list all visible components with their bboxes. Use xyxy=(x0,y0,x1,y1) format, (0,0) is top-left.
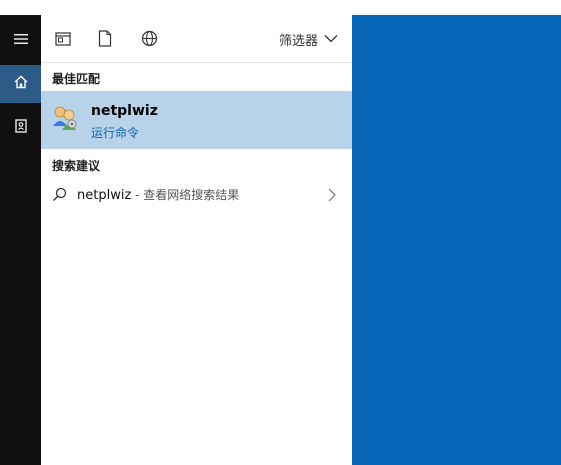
app-icon xyxy=(55,31,71,50)
best-match-header: 最佳匹配 xyxy=(52,72,101,86)
suggestion-item[interactable]: netplwiz - 查看网络搜索结果 xyxy=(41,179,352,211)
home-button[interactable] xyxy=(0,65,41,103)
filter-label: 筛选器 xyxy=(278,34,318,49)
menu-icon xyxy=(13,31,29,50)
suggestions-header: 搜索建议 xyxy=(52,159,101,173)
apps-filter-button[interactable] xyxy=(54,31,72,49)
top-strip xyxy=(0,0,561,15)
suggestion-text: netplwiz - 查看网络搜索结果 xyxy=(77,186,239,203)
users-icon xyxy=(51,104,79,136)
suggestion-suffix: - 查看网络搜索结果 xyxy=(131,188,240,202)
home-icon xyxy=(13,74,29,94)
filter-dropdown[interactable]: 筛选器 xyxy=(279,30,338,49)
best-match-item[interactable]: netplwiz 运行命令 xyxy=(41,91,352,149)
chevron-down-icon xyxy=(324,32,338,47)
search-toolbar: 筛选器 xyxy=(41,15,352,63)
start-rail xyxy=(0,15,41,465)
chevron-right-icon[interactable] xyxy=(328,187,336,206)
suggestion-query: netplwiz xyxy=(77,188,132,203)
document-icon xyxy=(98,29,112,51)
menu-button[interactable] xyxy=(0,21,41,59)
best-match-title: netplwiz xyxy=(91,103,158,119)
search-icon xyxy=(52,187,67,206)
documents-filter-button[interactable] xyxy=(96,29,114,51)
notebook-button[interactable] xyxy=(0,109,41,147)
notebook-icon xyxy=(13,118,29,138)
best-match-subtitle: 运行命令 xyxy=(91,126,140,140)
web-filter-button[interactable] xyxy=(140,30,158,51)
web-icon xyxy=(141,30,158,51)
search-results-panel: 筛选器 最佳匹配 netplwiz 运行命令 搜索建议 netplwiz - 查… xyxy=(41,15,352,465)
